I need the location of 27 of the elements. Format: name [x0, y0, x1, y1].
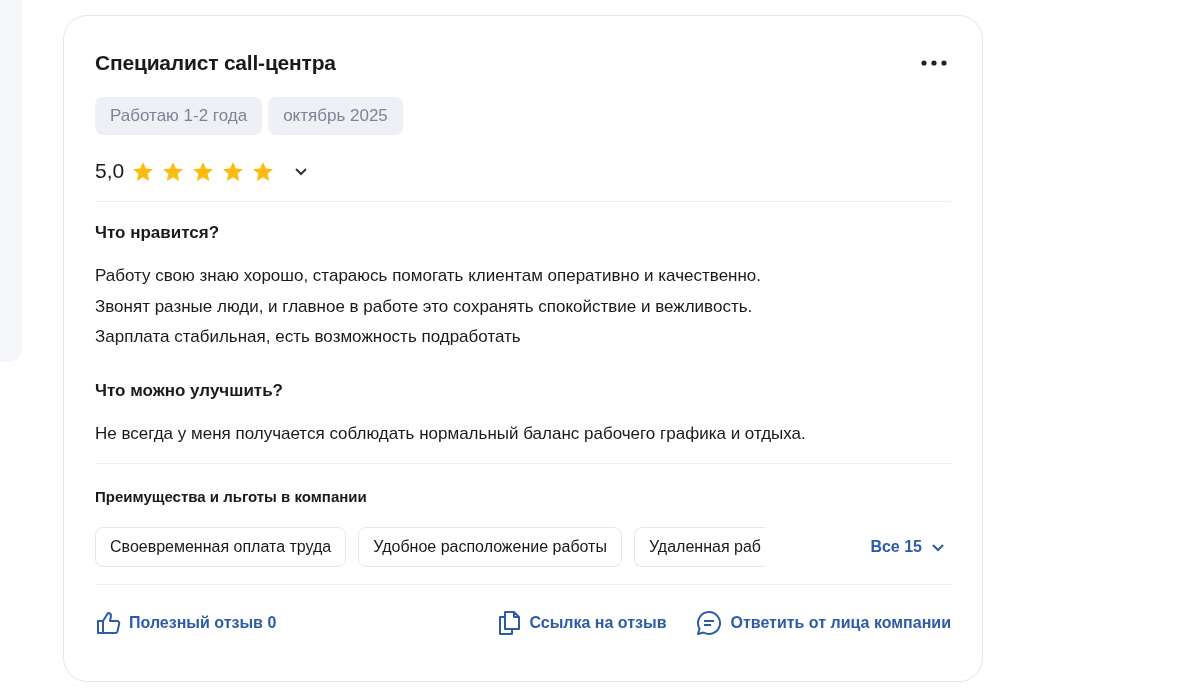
- benefit-chip: Своевременная оплата труда: [95, 527, 347, 567]
- review-text: Работу свою знаю хорошо, стараюсь помогать клиентам оперативно и качественно. Звонят разные люди, и главное в работе это сохранять спокойствие и вежливость. Зарплата стабильная, есть возможность подработать: [95, 265, 763, 348]
- star-icon: [222, 160, 245, 182]
- thumbs-up-icon: [95, 610, 121, 636]
- action-link[interactable]: Полезный отзыв 0: [95, 610, 277, 636]
- chevron-down-icon: [931, 542, 945, 552]
- star-icon: [162, 160, 185, 182]
- tag: октябрь 2025: [268, 97, 403, 135]
- benefit-chip: Удобное расположение работы: [358, 527, 622, 567]
- action-link[interactable]: Ссылка на отзыв: [497, 610, 667, 636]
- show-all-button[interactable]: Все 15: [870, 538, 945, 556]
- review-text: Не всегда у меня получается соблюдать нормальный баланс рабочего графика и отдыха.: [95, 422, 807, 445]
- tag: Работаю 1-2 года: [95, 97, 263, 135]
- star-icon: [192, 160, 215, 182]
- star-icon: [132, 160, 155, 182]
- action-link[interactable]: Ответить от лица компании: [696, 610, 951, 636]
- star-icon: [252, 160, 275, 182]
- section-heading: Что нравится?: [95, 223, 221, 243]
- benefits-heading: Преимущества и льготы в компании: [95, 488, 368, 505]
- chat-icon: [696, 610, 723, 636]
- section-heading: Что можно улучшить?: [95, 380, 284, 401]
- review-title: Специалист call-центра: [95, 51, 336, 75]
- copy-icon: [497, 610, 522, 636]
- rating-score: 5,0: [95, 159, 125, 183]
- benefit-chip: Удаленная раб: [633, 527, 765, 567]
- chevron-down-icon[interactable]: [294, 166, 309, 176]
- more-icon[interactable]: [921, 60, 947, 66]
